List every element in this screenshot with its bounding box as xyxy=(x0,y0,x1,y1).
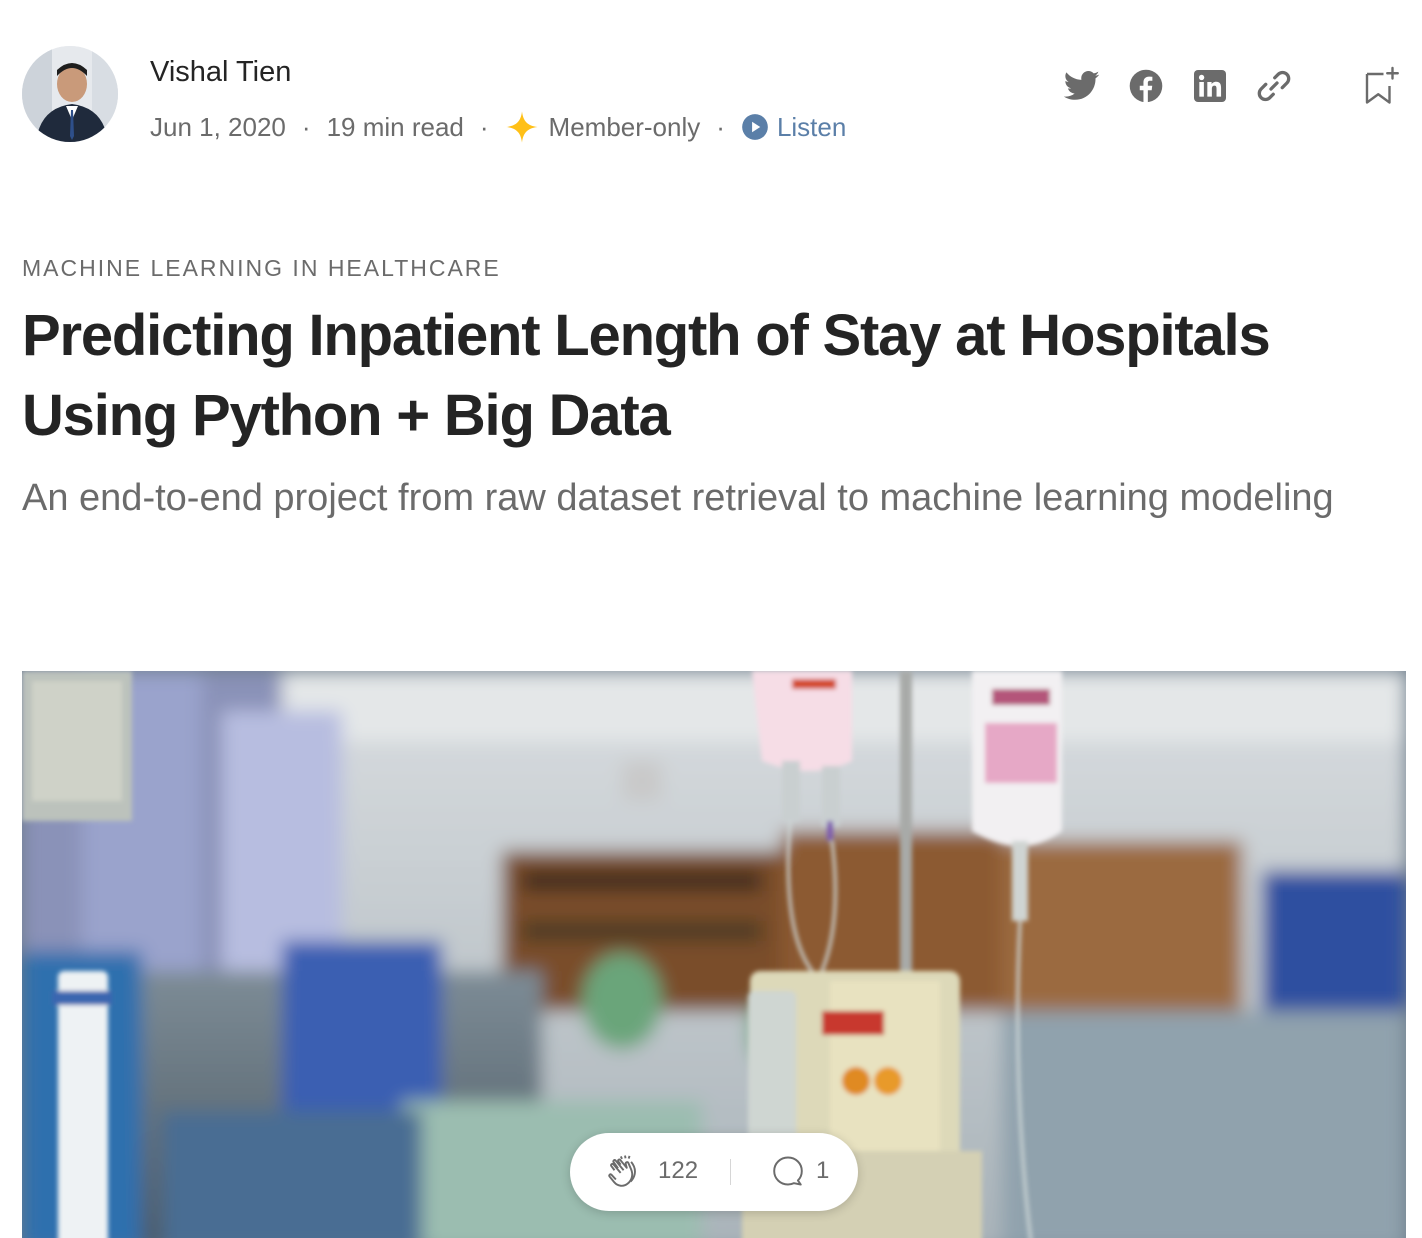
pill-divider xyxy=(730,1159,731,1185)
clap-count: 122 xyxy=(658,1157,699,1184)
author-avatar[interactable] xyxy=(22,46,118,142)
publish-date: Jun 1, 2020 xyxy=(150,111,286,142)
comment-icon[interactable] xyxy=(770,1153,806,1189)
share-toolbar xyxy=(1038,66,1402,106)
clap-icon[interactable] xyxy=(604,1151,646,1193)
article-header: Vishal Tien Jun 1, 2020 · 19 min read · … xyxy=(22,46,1402,146)
meta-separator: · xyxy=(479,111,489,142)
star-icon xyxy=(505,111,538,143)
facebook-icon[interactable] xyxy=(1126,66,1166,106)
play-icon xyxy=(742,114,768,140)
article-kicker: MACHINE LEARNING IN HEALTHCARE xyxy=(22,255,501,281)
author-name[interactable]: Vishal Tien xyxy=(150,56,291,89)
meta-separator: · xyxy=(301,111,311,142)
engagement-bar: 122 1 xyxy=(570,1133,858,1211)
bookmark-add-icon[interactable] xyxy=(1362,66,1402,106)
member-only-label: Member-only xyxy=(548,111,701,142)
meta-separator: · xyxy=(716,111,725,142)
linkedin-icon[interactable] xyxy=(1190,66,1230,106)
article-title: Predicting Inpatient Length of Stay at H… xyxy=(22,303,1271,448)
twitter-icon[interactable] xyxy=(1062,66,1102,106)
response-count: 1 xyxy=(816,1157,830,1184)
article-meta: Jun 1, 2020 · 19 min read · Member-only … xyxy=(150,110,846,144)
member-only-badge: Member-only xyxy=(505,110,701,144)
listen-label: Listen xyxy=(776,111,847,142)
article-subtitle: An end-to-end project from raw dataset r… xyxy=(22,477,1334,519)
listen-button[interactable]: Listen xyxy=(741,112,846,143)
read-time: 19 min read xyxy=(326,111,464,142)
avatar-image xyxy=(22,46,118,142)
link-icon[interactable] xyxy=(1254,66,1294,106)
